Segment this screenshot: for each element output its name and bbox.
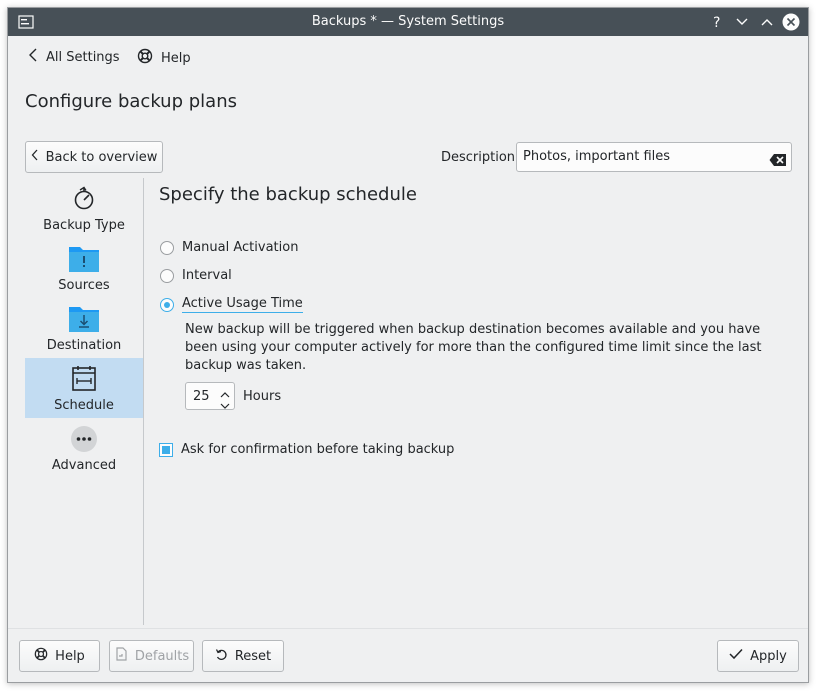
- help-lifebuoy-icon: [34, 647, 48, 665]
- document-revert-icon: [114, 647, 128, 665]
- radio-active-usage-time[interactable]: Active Usage Time: [160, 296, 303, 313]
- hours-value: 25: [193, 389, 210, 404]
- checkmark-icon: [729, 648, 743, 664]
- help-lifebuoy-icon: [137, 48, 153, 68]
- sidebar-divider: [143, 178, 144, 625]
- sidebar-item-label: Destination: [46, 338, 122, 353]
- undo-icon: [215, 648, 228, 665]
- active-usage-explanation: New backup will be triggered when backup…: [185, 322, 762, 373]
- description-label: Description:: [441, 150, 520, 165]
- confirmation-checkbox-row[interactable]: Ask for confirmation before taking backu…: [159, 442, 454, 457]
- footer-separator: [8, 628, 808, 629]
- sidebar-item-sources[interactable]: Sources: [25, 238, 143, 298]
- back-to-overview-button[interactable]: Back to overview: [25, 141, 163, 173]
- chevron-left-icon: [28, 48, 38, 66]
- hours-unit-label: Hours: [243, 389, 282, 404]
- schedule-title: Specify the backup schedule: [159, 184, 417, 205]
- confirmation-label: Ask for confirmation before taking backu…: [181, 442, 455, 457]
- system-settings-window: Backups * — System Settings ? All Settin…: [7, 7, 809, 683]
- reset-button[interactable]: Reset: [202, 640, 284, 672]
- all-settings-label: All Settings: [46, 49, 120, 65]
- folder-important-icon: [68, 244, 100, 274]
- radio-label: Active Usage Time: [182, 296, 303, 313]
- help-link[interactable]: Help: [137, 48, 191, 68]
- sidebar-item-label: Backup Type: [43, 218, 125, 233]
- help-button-label: Help: [55, 648, 85, 664]
- radio-label: Manual Activation: [182, 240, 299, 255]
- apply-button-label: Apply: [750, 648, 787, 664]
- window-title: Backups * — System Settings: [311, 14, 505, 29]
- radio-interval[interactable]: Interval: [160, 268, 232, 283]
- reset-button-label: Reset: [234, 648, 272, 664]
- radio-button[interactable]: [160, 297, 174, 312]
- maximize-icon[interactable]: [757, 12, 777, 32]
- radio-button[interactable]: [160, 268, 174, 283]
- close-icon[interactable]: [781, 12, 801, 32]
- description-value: Photos, important files: [523, 149, 671, 164]
- radio-button[interactable]: [160, 240, 174, 255]
- minimize-icon[interactable]: [732, 12, 752, 32]
- sidebar-item-destination[interactable]: Destination: [25, 298, 143, 358]
- all-settings-link[interactable]: All Settings: [28, 48, 120, 66]
- sidebar-item-label: Sources: [58, 278, 110, 293]
- hours-spinbox[interactable]: 25: [185, 382, 235, 410]
- more-icon: [68, 424, 100, 454]
- radio-manual-activation[interactable]: Manual Activation: [160, 240, 298, 255]
- sidebar-item-backup-type[interactable]: Backup Type: [25, 178, 143, 238]
- page-title: Configure backup plans: [25, 91, 237, 112]
- sidebar-item-advanced[interactable]: Advanced: [25, 418, 143, 478]
- help-label: Help: [161, 50, 191, 66]
- title-bar[interactable]: Backups * — System Settings ?: [8, 8, 808, 36]
- help-button[interactable]: Help: [19, 640, 100, 672]
- chevron-left-icon: [31, 149, 39, 165]
- defaults-button-label: Defaults: [134, 648, 190, 664]
- description-input[interactable]: Photos, important files: [516, 142, 792, 172]
- context-help-icon[interactable]: ?: [708, 12, 728, 32]
- sidebar-item-schedule[interactable]: Schedule: [25, 358, 143, 418]
- confirmation-checkbox[interactable]: [159, 442, 173, 457]
- radio-label: Interval: [182, 268, 232, 283]
- chevron-down-icon[interactable]: [220, 399, 230, 414]
- backup-type-icon: [68, 184, 100, 214]
- clear-text-icon[interactable]: [769, 150, 787, 178]
- back-to-overview-label: Back to overview: [45, 149, 158, 165]
- calendar-icon: [68, 364, 100, 394]
- svg-text:?: ?: [713, 15, 720, 29]
- apply-button[interactable]: Apply: [717, 640, 799, 672]
- sidebar-item-label: Advanced: [51, 458, 117, 473]
- folder-download-icon: [68, 304, 100, 334]
- sidebar-item-label: Schedule: [54, 398, 114, 413]
- defaults-button[interactable]: Defaults: [109, 640, 194, 672]
- sidebar: Backup Type Sources Destination Schedule…: [25, 178, 143, 630]
- top-navigation: All Settings Help: [8, 36, 808, 76]
